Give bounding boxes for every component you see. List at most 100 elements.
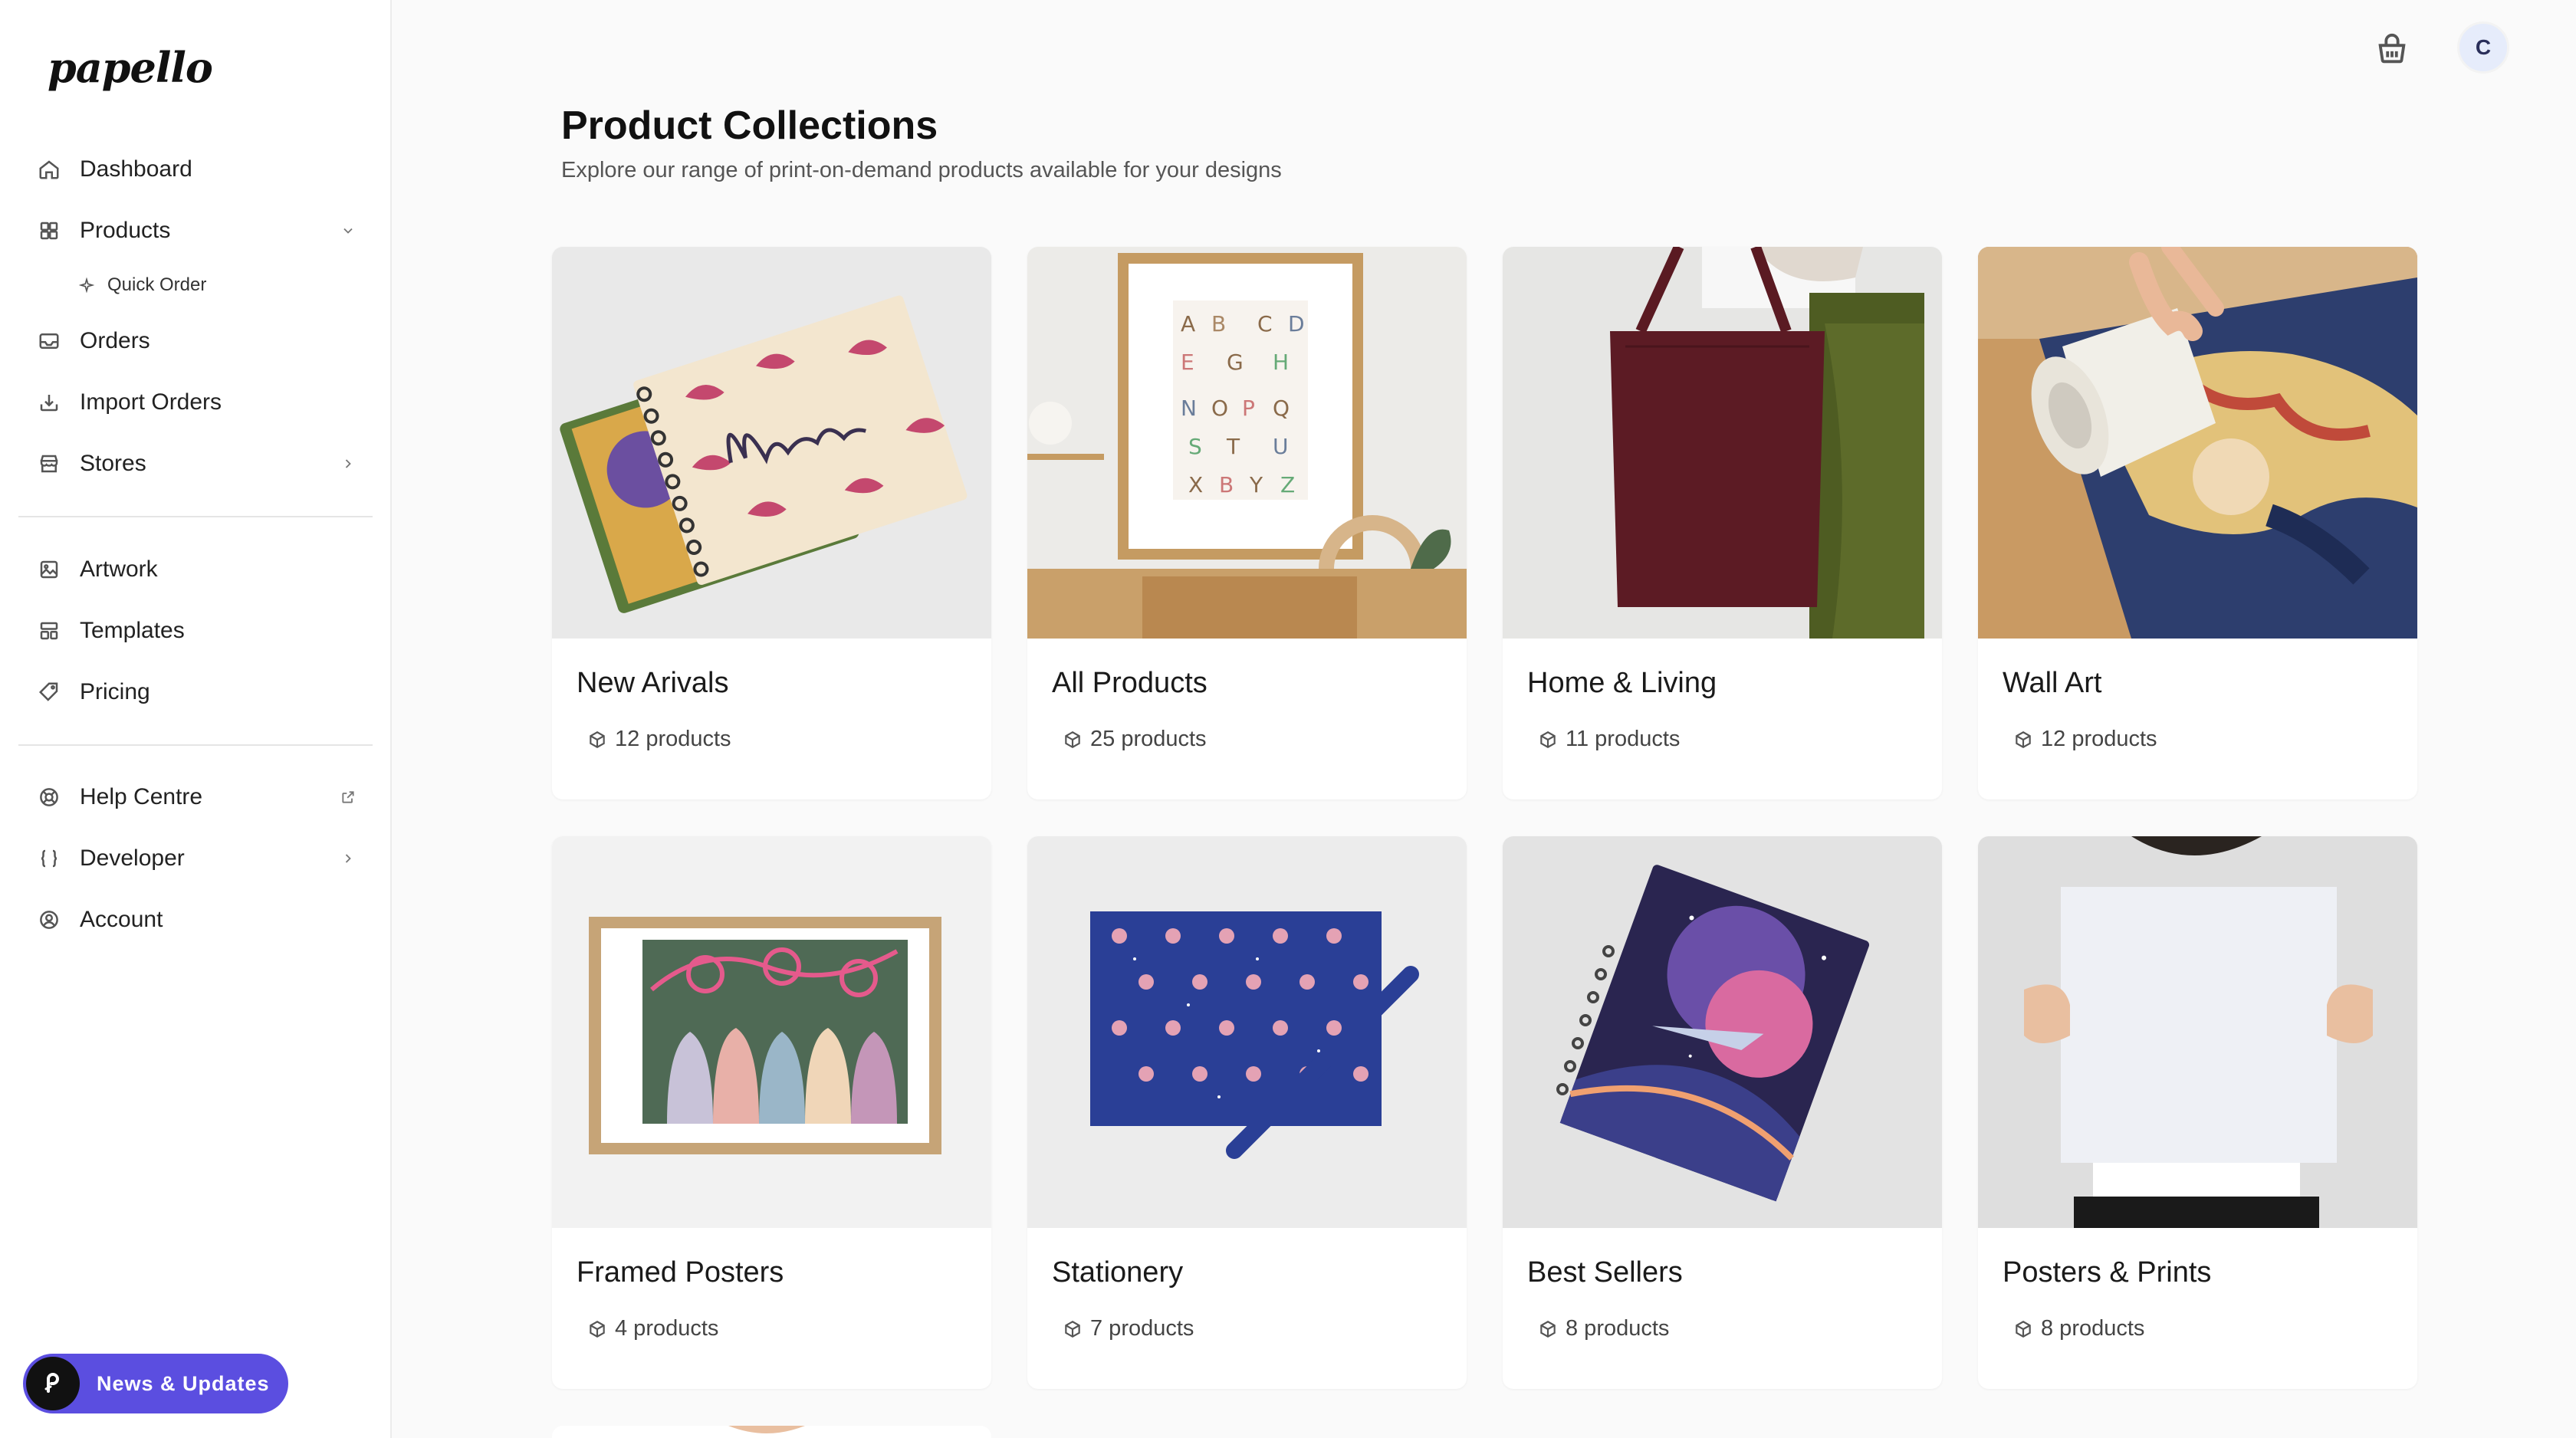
svg-text:D: D — [1288, 311, 1305, 337]
tote-bag-image — [1503, 247, 1942, 639]
sidebar-item-developer[interactable]: Developer — [35, 839, 365, 878]
sidebar-item-label: Templates — [80, 618, 185, 643]
svg-text:A: A — [1181, 311, 1195, 337]
sidebar-item-stores[interactable]: Stores — [35, 445, 365, 483]
collection-count-label: 8 products — [1566, 1316, 1670, 1341]
svg-text:N: N — [1181, 396, 1197, 421]
collection-card-stationery[interactable]: Stationery 7 products — [1027, 836, 1467, 1389]
collection-title: New Arivals — [577, 667, 729, 699]
sidebar-item-templates[interactable]: Templates — [35, 612, 365, 650]
sidebar-item-label: Quick Order — [107, 274, 207, 295]
box-icon — [590, 1320, 605, 1338]
svg-text:B: B — [1211, 311, 1226, 337]
collection-count-label: 4 products — [615, 1316, 719, 1341]
user-circle-icon — [35, 906, 63, 934]
sidebar-item-label: Dashboard — [80, 156, 192, 182]
collection-count-label: 25 products — [1090, 727, 1207, 751]
sidebar-item-help-centre[interactable]: Help Centre — [35, 778, 365, 816]
chevron-right-icon[interactable] — [339, 849, 357, 868]
box-icon — [1540, 730, 1556, 748]
papello-mark-icon — [26, 1357, 80, 1410]
box-icon — [2016, 730, 2031, 748]
svg-text:T: T — [1226, 434, 1240, 459]
svg-text:E: E — [1181, 350, 1194, 375]
svg-text:H: H — [1273, 350, 1289, 375]
sidebar-item-quick-order[interactable]: Quick Order — [77, 270, 353, 300]
framed-poster-image — [552, 836, 991, 1228]
svg-text:G: G — [1227, 350, 1244, 375]
basket-icon[interactable] — [2374, 32, 2410, 67]
svg-text:P: P — [1242, 396, 1255, 421]
sidebar: papello Dashboard Products Quick Order O… — [0, 0, 392, 1438]
partial-card-image — [728, 1426, 805, 1433]
sidebar-item-label: Artwork — [80, 556, 158, 582]
collection-title: Framed Posters — [577, 1256, 784, 1289]
box-icon — [2016, 1320, 2031, 1338]
sidebar-item-label: Developer — [80, 845, 185, 871]
collection-title: Stationery — [1052, 1256, 1184, 1289]
box-icon — [1065, 730, 1080, 748]
collection-card-best-sellers[interactable]: Best Sellers 8 products — [1503, 836, 1942, 1389]
sidebar-item-import-orders[interactable]: Import Orders — [35, 383, 365, 422]
sidebar-item-account[interactable]: Account — [35, 901, 365, 939]
collection-card-framed-posters[interactable]: Framed Posters 4 products — [552, 836, 991, 1389]
sidebar-item-artwork[interactable]: Artwork — [35, 550, 365, 589]
collection-card-all-products[interactable]: ABCD EGH NOPQ STU XBYZ All Products 25 p… — [1027, 247, 1467, 799]
sidebar-item-label: Orders — [80, 328, 150, 353]
sidebar-item-pricing[interactable]: Pricing — [35, 673, 365, 711]
collection-count-label: 12 products — [2041, 727, 2157, 751]
svg-text:S: S — [1188, 434, 1202, 459]
collection-title: All Products — [1052, 667, 1208, 699]
papello-logo[interactable]: papello — [48, 43, 213, 92]
sidebar-item-orders[interactable]: Orders — [35, 322, 365, 360]
sidebar-divider — [18, 516, 373, 517]
svg-text:O: O — [1211, 396, 1228, 421]
sidebar-item-label: Stores — [80, 451, 146, 476]
sidebar-item-label: Account — [80, 907, 163, 932]
svg-text:Z: Z — [1280, 472, 1295, 497]
collection-count: 7 products — [1052, 1316, 1194, 1341]
chevron-down-icon[interactable] — [339, 222, 357, 240]
layout-icon — [35, 617, 63, 645]
collection-count: 8 products — [2003, 1316, 2144, 1341]
external-link-icon[interactable] — [339, 788, 357, 806]
space-notebook-image — [1503, 836, 1942, 1228]
sidebar-item-dashboard[interactable]: Dashboard — [35, 150, 365, 189]
news-updates-label: News & Updates — [97, 1371, 270, 1395]
inbox-icon — [35, 327, 63, 355]
sidebar-item-label: Import Orders — [80, 389, 222, 415]
svg-text:Y: Y — [1249, 472, 1263, 497]
news-updates-button[interactable]: News & Updates — [23, 1354, 288, 1413]
home-icon — [35, 156, 63, 183]
svg-text:X: X — [1188, 472, 1203, 497]
collection-title: Best Sellers — [1527, 1256, 1683, 1289]
chevron-right-icon[interactable] — [339, 455, 357, 473]
braces-icon — [35, 845, 63, 872]
box-icon — [1540, 1320, 1556, 1338]
collection-title: Home & Living — [1527, 667, 1717, 699]
collection-count: 11 products — [1527, 727, 1680, 752]
svg-text:U: U — [1273, 434, 1289, 459]
page-title: Product Collections — [561, 103, 938, 148]
sidebar-item-products[interactable]: Products — [35, 212, 365, 250]
lifebuoy-icon — [35, 783, 63, 811]
import-icon — [35, 389, 63, 416]
box-icon — [1065, 1320, 1080, 1338]
wrapping-paper-image — [1027, 836, 1467, 1228]
sidebar-item-label: Products — [80, 218, 171, 243]
collection-card-new-arrivals[interactable]: New Arivals 12 products — [552, 247, 991, 799]
avatar[interactable]: C — [2457, 21, 2509, 74]
collection-count: 25 products — [1052, 727, 1207, 752]
collection-card-wall-art[interactable]: Wall Art 12 products — [1978, 247, 2417, 799]
grid-icon — [35, 217, 63, 245]
svg-text:B: B — [1219, 472, 1234, 497]
collection-card-partial[interactable] — [552, 1426, 991, 1438]
collection-count-label: 8 products — [2041, 1316, 2145, 1341]
collection-card-home-living[interactable]: Home & Living 11 products — [1503, 247, 1942, 799]
collection-count: 4 products — [577, 1316, 718, 1341]
tag-icon — [35, 678, 63, 706]
collection-card-posters-prints[interactable]: Posters & Prints 8 products — [1978, 836, 2417, 1389]
collection-count-label: 7 products — [1090, 1316, 1194, 1341]
collection-title: Posters & Prints — [2003, 1256, 2212, 1289]
page-subtitle: Explore our range of print-on-demand pro… — [561, 158, 1282, 182]
